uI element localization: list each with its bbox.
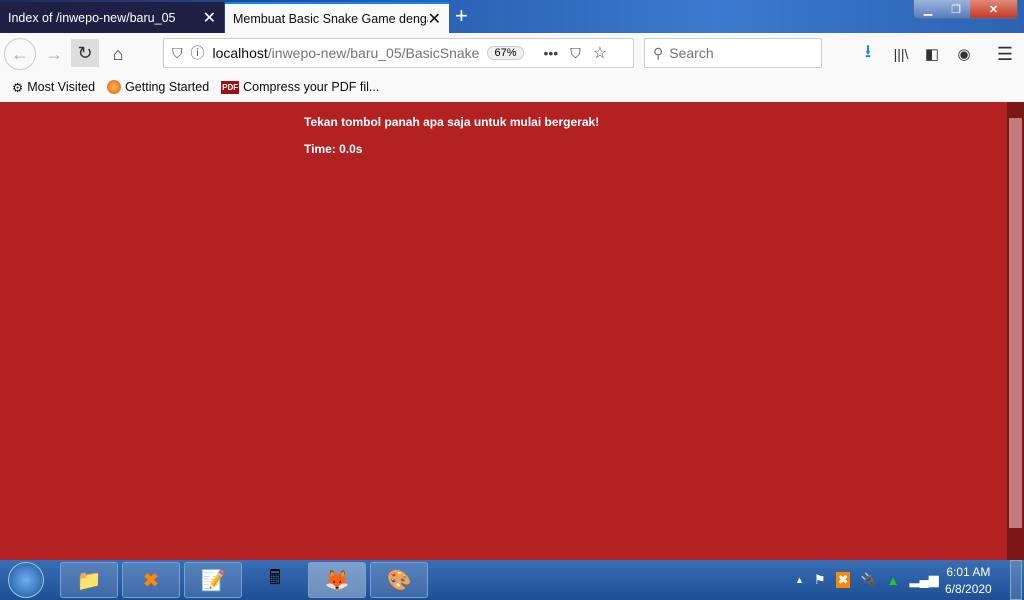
tab-title: Membuat Basic Snake Game dengan	[233, 11, 428, 26]
taskbar: 📁 ✖ 📝 🖩 🦊 🎨 ▲ ⚑ ✖ 🔌 ▲ ▂▄▆ 6:01 AM 6/8/202…	[0, 560, 1024, 600]
title-bar: Index of /inwepo-new/baru_05 ✕ Membuat Ba…	[0, 0, 1024, 33]
forward-button[interactable]: →	[40, 40, 68, 68]
menu-icon[interactable]: ☰	[994, 42, 1016, 66]
bookmark-star-icon[interactable]: ☆	[593, 43, 607, 63]
search-input[interactable]: ⚲ Search	[644, 38, 822, 68]
bookmark-most-visited[interactable]: ⚙ Most Visited	[12, 80, 95, 95]
bookmark-label: Compress your PDF fil...	[243, 80, 380, 94]
minimize-button[interactable]: ▁	[914, 0, 942, 18]
timer-text: Time: 0.0s	[304, 142, 363, 156]
explorer-icon[interactable]: 📁	[60, 562, 118, 598]
bookmark-getting-started[interactable]: Getting Started	[107, 80, 209, 94]
clock[interactable]: 6:01 AM 6/8/2020	[945, 564, 992, 598]
gear-icon: ⚙	[12, 80, 24, 95]
game-area[interactable]: Tekan tombol panah apa saja untuk mulai …	[0, 102, 1007, 560]
xampp-tray-icon[interactable]: ✖	[835, 572, 851, 588]
clock-date: 6/8/2020	[945, 582, 992, 596]
account-icon[interactable]: ◉	[953, 42, 975, 66]
scrollbar-thumb[interactable]	[1009, 118, 1022, 528]
bookmark-label: Most Visited	[27, 80, 96, 94]
page-actions-icon[interactable]: •••	[544, 45, 559, 61]
paint-icon[interactable]: 🎨	[370, 562, 428, 598]
xampp-icon[interactable]: ✖	[122, 562, 180, 598]
url-path: /inwepo-new/baru_05/BasicSnake	[267, 45, 480, 61]
search-icon: ⚲	[653, 44, 664, 61]
shield-icon[interactable]: ⛉	[172, 45, 183, 62]
scrollbar[interactable]	[1007, 102, 1024, 560]
sidebar-icon[interactable]: ◧	[921, 42, 943, 66]
close-tab-icon[interactable]: ✕	[203, 8, 216, 28]
firefox-icon	[107, 80, 122, 94]
close-tab-icon[interactable]: ✕	[428, 9, 441, 29]
url-host: localhost	[212, 45, 268, 61]
back-button[interactable]: ←	[4, 38, 36, 70]
zoom-level[interactable]: 67%	[487, 46, 524, 60]
clock-time: 6:01 AM	[946, 565, 991, 579]
tab-title: Index of /inwepo-new/baru_05	[8, 10, 176, 25]
action-center-flag-icon[interactable]: ⚑	[814, 572, 826, 588]
green-triangle-icon[interactable]: ▲	[887, 573, 900, 588]
show-desktop-button[interactable]	[1010, 560, 1022, 600]
reload-button[interactable]: ↻	[71, 39, 99, 67]
downloads-icon[interactable]: ⭳	[857, 41, 879, 66]
firefox-taskbar-icon[interactable]: 🦊	[308, 562, 366, 598]
bookmark-label: Getting Started	[125, 80, 210, 94]
notepad-plus-icon[interactable]: 📝	[184, 562, 242, 598]
library-icon[interactable]: |||\	[890, 42, 912, 66]
start-button[interactable]	[8, 562, 44, 598]
tab-index[interactable]: Index of /inwepo-new/baru_05 ✕	[0, 2, 224, 33]
search-placeholder: Search	[669, 45, 714, 61]
maximize-button[interactable]: ❐	[942, 0, 970, 18]
url-bar[interactable]: ⛉ ⓘ localhost/inwepo-new/baru_05/BasicSn…	[163, 38, 634, 68]
bookmarks-toolbar: ⚙ Most Visited Getting Started PDF Compres…	[0, 73, 1024, 101]
pdf-icon: PDF	[221, 80, 240, 94]
home-button[interactable]: ⌂	[104, 40, 132, 68]
new-tab-button[interactable]: +	[455, 3, 468, 29]
calculator-icon[interactable]: 🖩	[246, 562, 304, 598]
tray-expand-icon[interactable]: ▲	[795, 575, 804, 585]
network-signal-icon[interactable]: ▂▄▆	[910, 572, 939, 588]
close-window-button[interactable]: ✕	[970, 0, 1017, 18]
bookmark-compress-pdf[interactable]: PDF Compress your PDF fil...	[221, 80, 379, 94]
pocket-icon[interactable]: ⛉	[570, 45, 581, 62]
tab-snake-game[interactable]: Membuat Basic Snake Game dengan ✕	[225, 2, 449, 33]
instruction-text: Tekan tombol panah apa saja untuk mulai …	[304, 115, 600, 129]
power-icon[interactable]: 🔌	[860, 572, 876, 588]
info-icon[interactable]: ⓘ	[191, 43, 205, 63]
